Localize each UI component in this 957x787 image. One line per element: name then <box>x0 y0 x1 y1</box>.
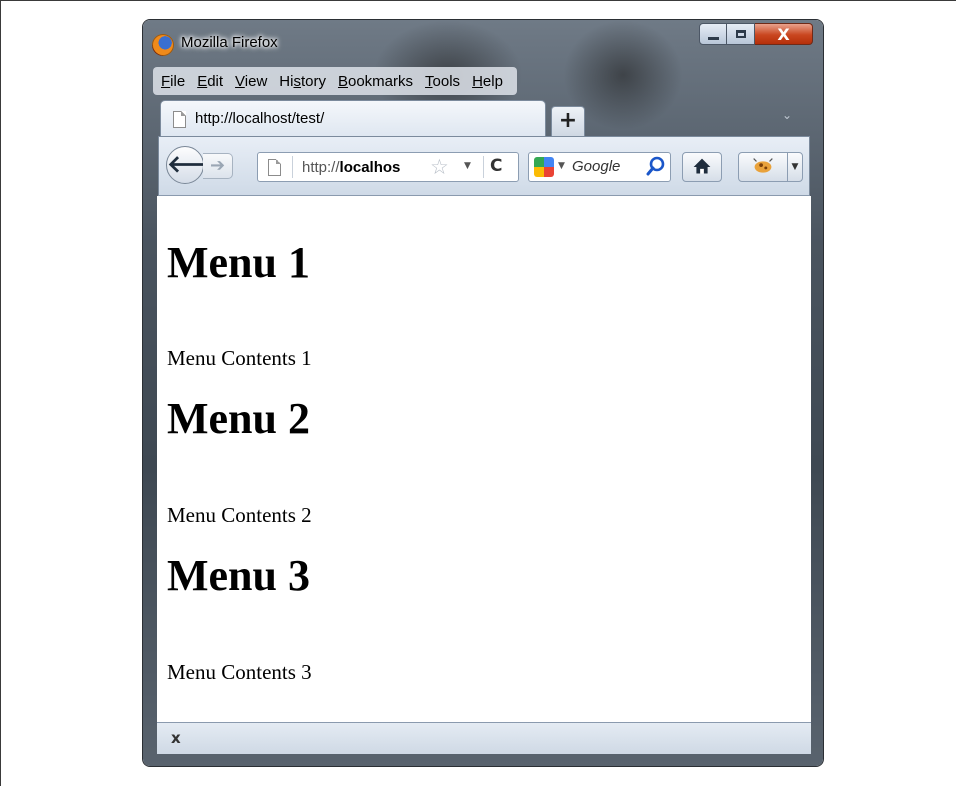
search-bar[interactable]: ▼ Google <box>528 152 671 182</box>
page-content: Menu 1 Menu Contents 1 Menu 2 Menu Conte… <box>157 196 811 722</box>
back-button[interactable]: 🡐 <box>166 146 231 184</box>
home-button[interactable] <box>682 152 722 182</box>
title-bar[interactable]: Mozilla Firefox X <box>143 20 823 60</box>
maximize-icon <box>735 30 746 38</box>
maximize-button[interactable] <box>727 23 755 45</box>
url-history-dropdown-icon[interactable]: ▼ <box>464 161 471 171</box>
search-input[interactable]: Google <box>572 158 644 175</box>
menu-file[interactable]: File <box>155 73 191 90</box>
browser-window: Mozilla Firefox X File Edit View History… <box>143 20 823 766</box>
site-identity-icon[interactable] <box>268 159 281 176</box>
section-contents: Menu Contents 1 <box>167 346 312 370</box>
menu-tools[interactable]: Tools <box>419 73 466 90</box>
menu-bookmarks[interactable]: Bookmarks <box>332 73 419 90</box>
url-text[interactable]: http://localhos <box>302 159 430 176</box>
navigation-toolbar: 🡐 ➔ http://localhos ☆ ▼ C ▼ Google ▼ <box>158 136 810 196</box>
chevron-down-icon: ▼ <box>791 162 799 172</box>
close-addon-bar-icon[interactable]: x <box>171 729 181 747</box>
section-contents: Menu Contents 3 <box>167 660 312 684</box>
addon-icon <box>753 158 773 173</box>
bookmark-star-icon[interactable]: ☆ <box>430 155 449 179</box>
caption-buttons: X <box>699 23 813 47</box>
list-all-tabs-icon[interactable]: ⌄ <box>782 108 792 122</box>
section-contents: Menu Contents 2 <box>167 503 312 527</box>
minimize-button[interactable] <box>699 23 727 45</box>
menu-view[interactable]: View <box>229 73 273 90</box>
close-icon: X <box>777 24 790 44</box>
tab-strip: http://localhost/test/ + ⌄ <box>160 100 810 136</box>
status-bar: x <box>157 722 811 754</box>
magnifier-icon[interactable] <box>645 155 667 177</box>
tab-title: http://localhost/test/ <box>195 110 325 127</box>
new-tab-button[interactable]: + <box>551 106 585 136</box>
section-heading: Menu 1 <box>167 238 310 287</box>
section-heading: Menu 2 <box>167 394 310 443</box>
forward-button[interactable]: ➔ <box>203 153 233 179</box>
menu-edit[interactable]: Edit <box>191 73 229 90</box>
close-button[interactable]: X <box>755 23 813 45</box>
minimize-icon <box>707 36 719 40</box>
search-engine-dropdown-icon[interactable]: ▼ <box>558 161 565 171</box>
window-title: Mozilla Firefox <box>181 34 278 51</box>
tab-active[interactable]: http://localhost/test/ <box>160 100 546 136</box>
plus-icon: + <box>558 108 578 133</box>
menu-bar: File Edit View History Bookmarks Tools H… <box>153 67 517 95</box>
addon-dropdown-button[interactable]: ▼ <box>787 152 803 182</box>
page-icon <box>173 111 186 128</box>
firefox-logo-icon[interactable] <box>152 34 174 56</box>
forward-icon: ➔ <box>209 155 226 176</box>
reload-icon[interactable]: C <box>490 156 502 176</box>
url-divider <box>292 156 293 178</box>
menu-help[interactable]: Help <box>466 73 509 90</box>
url-divider <box>483 156 484 178</box>
google-icon[interactable] <box>534 157 554 177</box>
menu-history[interactable]: History <box>273 73 332 90</box>
addon-button[interactable] <box>738 152 788 182</box>
section-heading: Menu 3 <box>167 551 310 600</box>
url-bar[interactable]: http://localhos ☆ ▼ C <box>257 152 519 182</box>
home-icon <box>693 158 711 174</box>
